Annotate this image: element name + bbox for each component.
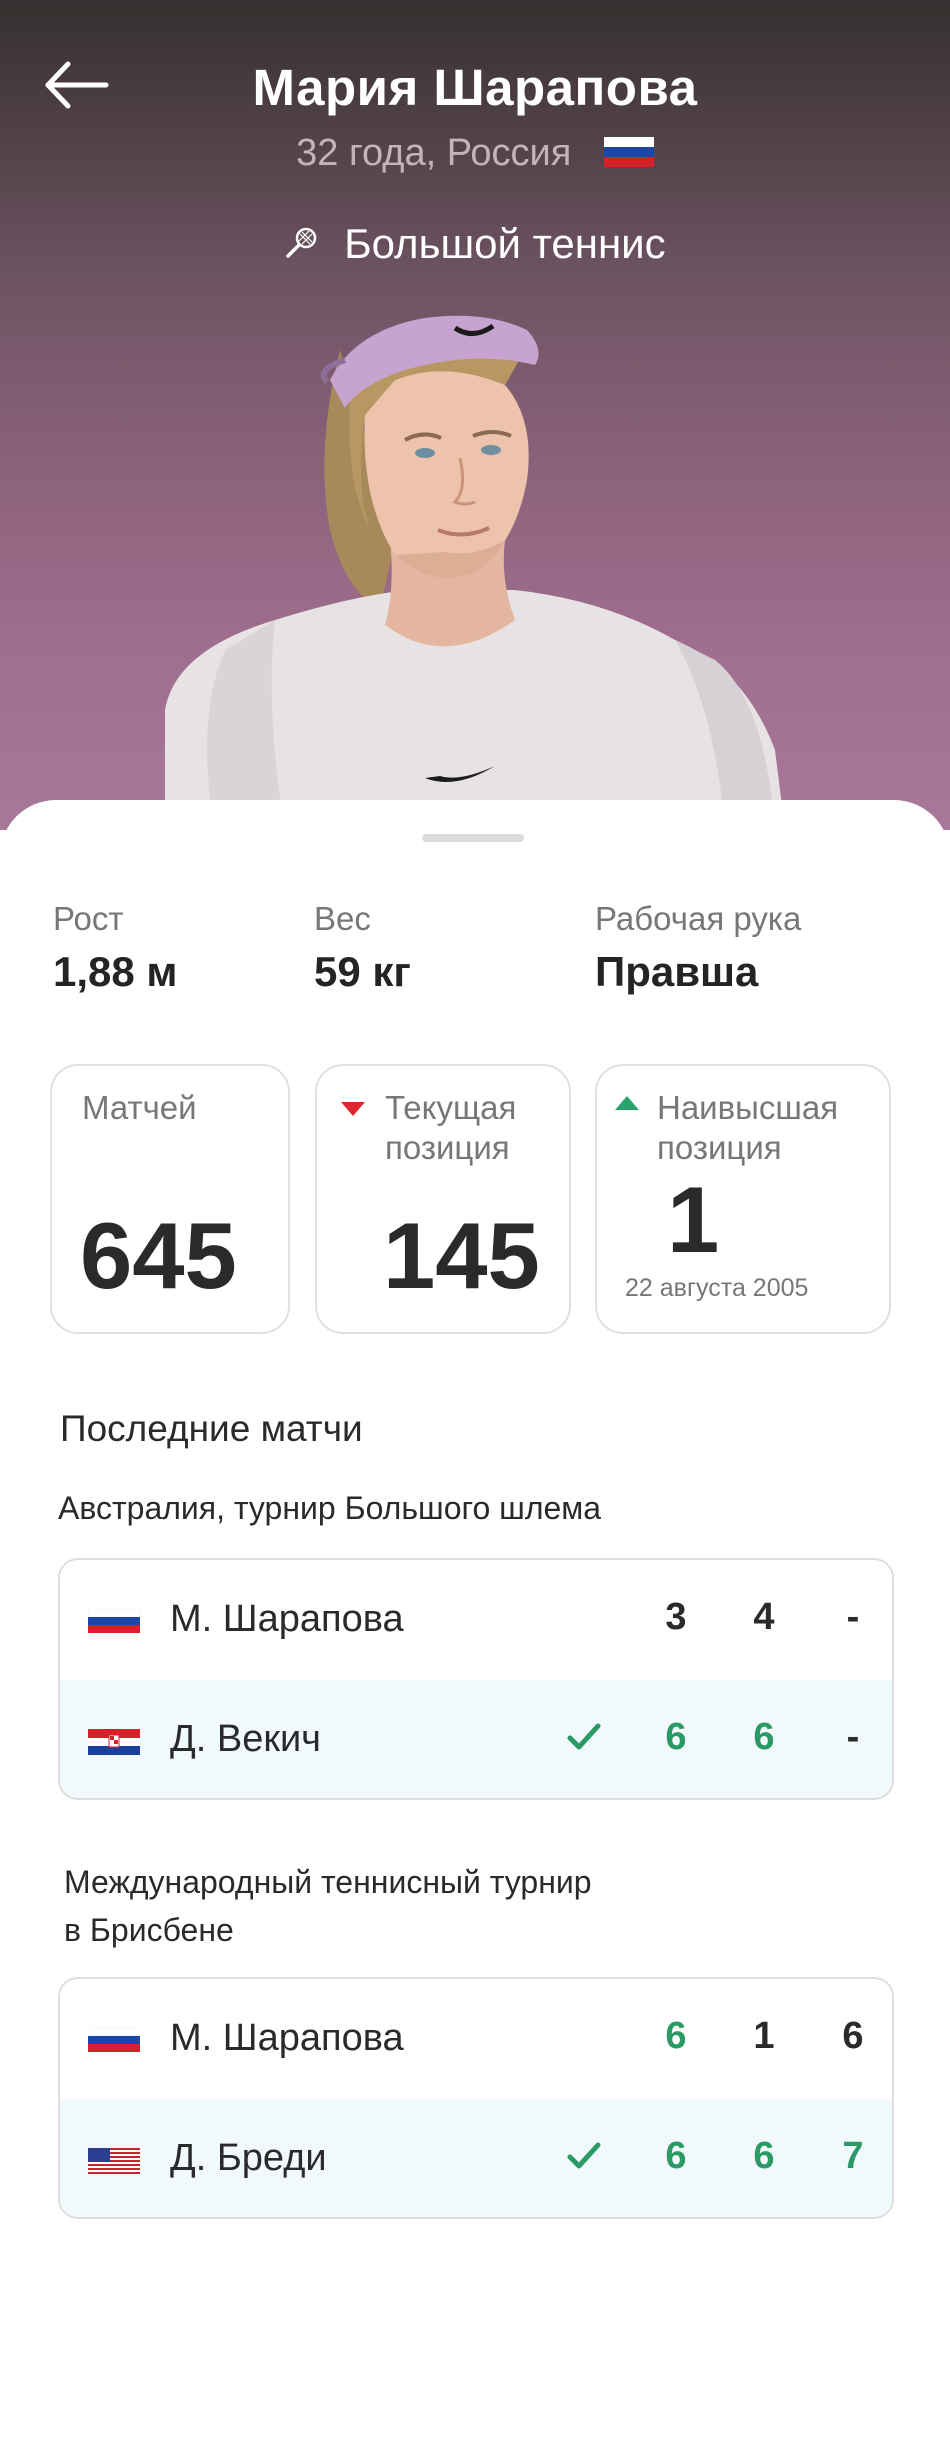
set-score: 6	[665, 2135, 687, 2177]
weight-value: 59 кг	[314, 948, 411, 995]
set-score: 6	[665, 1716, 687, 1758]
match-player-row: Д. Бреди 6 6 7	[60, 2099, 892, 2217]
sport-row: Большой теннис	[0, 220, 950, 268]
best-position-value: 1	[667, 1167, 720, 1272]
player-name: Д. Бреди	[170, 2137, 327, 2179]
hand-stat: Рабочая рука Правша	[595, 900, 801, 996]
tournament-title: Австралия, турнир Большого шлема	[58, 1490, 602, 1526]
usa-flag-icon	[88, 2148, 140, 2174]
player-hero: Мария Шарапова 32 года, Россия Большой т…	[0, 0, 950, 830]
weight-label: Вес	[314, 900, 371, 937]
matches-card[interactable]: Матчей 645	[50, 1064, 290, 1334]
set-score: -	[846, 1596, 860, 1638]
match-card[interactable]: М. Шарапова 3 4 - Д. Векич 6 6 -	[58, 1558, 894, 1800]
russia-flag-icon	[88, 2028, 140, 2052]
winner-check-icon	[567, 1723, 601, 1750]
matches-value: 645	[80, 1203, 237, 1308]
match-player-row: М. Шарапова 6 1 6	[60, 1979, 892, 2099]
set-score: 3	[665, 1596, 687, 1638]
match-player-row: М. Шарапова 3 4 -	[60, 1560, 892, 1680]
set-score: 6	[842, 2015, 864, 2057]
player-subtitle: 32 года, Россия	[0, 132, 950, 175]
tournament-title: Международный теннисный турнир в Брисбен…	[64, 1864, 592, 1948]
trend-down-icon	[341, 1102, 365, 1116]
match-player-row: Д. Векич 6 6 -	[60, 1680, 892, 1798]
sheet-drag-handle[interactable]	[422, 834, 524, 842]
best-position-label: Наивысшая позиция	[657, 1089, 839, 1166]
set-score: 7	[842, 2135, 864, 2177]
height-stat: Рост 1,88 м	[53, 900, 177, 996]
current-position-card[interactable]: Текущая позиция 145	[315, 1064, 571, 1334]
current-position-label: Текущая позиция	[385, 1089, 517, 1166]
set-score: 6	[753, 2135, 775, 2177]
player-name: М. Шарапова	[170, 2017, 404, 2059]
trend-up-icon	[615, 1096, 639, 1110]
match-card[interactable]: М. Шарапова 6 1 6 Д. Бреди 6 6 7	[58, 1977, 894, 2219]
best-position-date: 22 августа 2005	[625, 1274, 809, 1302]
player-photo	[165, 315, 785, 830]
current-position-value: 145	[383, 1203, 540, 1308]
set-score: 1	[753, 2015, 775, 2057]
set-score: 6	[665, 2015, 687, 2057]
player-name: М. Шарапова	[170, 1598, 404, 1640]
hand-label: Рабочая рука	[595, 900, 802, 937]
russia-flag-icon	[603, 136, 654, 167]
set-score: -	[846, 1716, 860, 1758]
age-country-text: 32 года, Россия	[296, 132, 572, 174]
set-score: 4	[753, 1596, 775, 1638]
sport-name: Большой теннис	[344, 220, 666, 267]
weight-stat: Вес 59 кг	[314, 900, 411, 996]
height-label: Рост	[53, 900, 124, 937]
height-value: 1,88 м	[53, 948, 178, 995]
player-name: Д. Векич	[170, 1718, 321, 1760]
player-details-sheet: Рост 1,88 м Вес 59 кг Рабочая рука Правш…	[0, 800, 950, 2464]
recent-matches-title: Последние матчи	[60, 1408, 363, 1449]
tennis-racket-icon	[286, 227, 317, 258]
hand-value: Правша	[595, 948, 759, 995]
player-name: Мария Шарапова	[252, 59, 698, 116]
matches-label: Матчей	[82, 1089, 197, 1126]
set-score: 6	[753, 1716, 775, 1758]
croatia-flag-icon	[88, 1729, 140, 1755]
best-position-card[interactable]: Наивысшая позиция 1 22 августа 2005	[595, 1064, 891, 1334]
winner-check-icon	[567, 2142, 601, 2169]
russia-flag-icon	[88, 1609, 140, 1633]
